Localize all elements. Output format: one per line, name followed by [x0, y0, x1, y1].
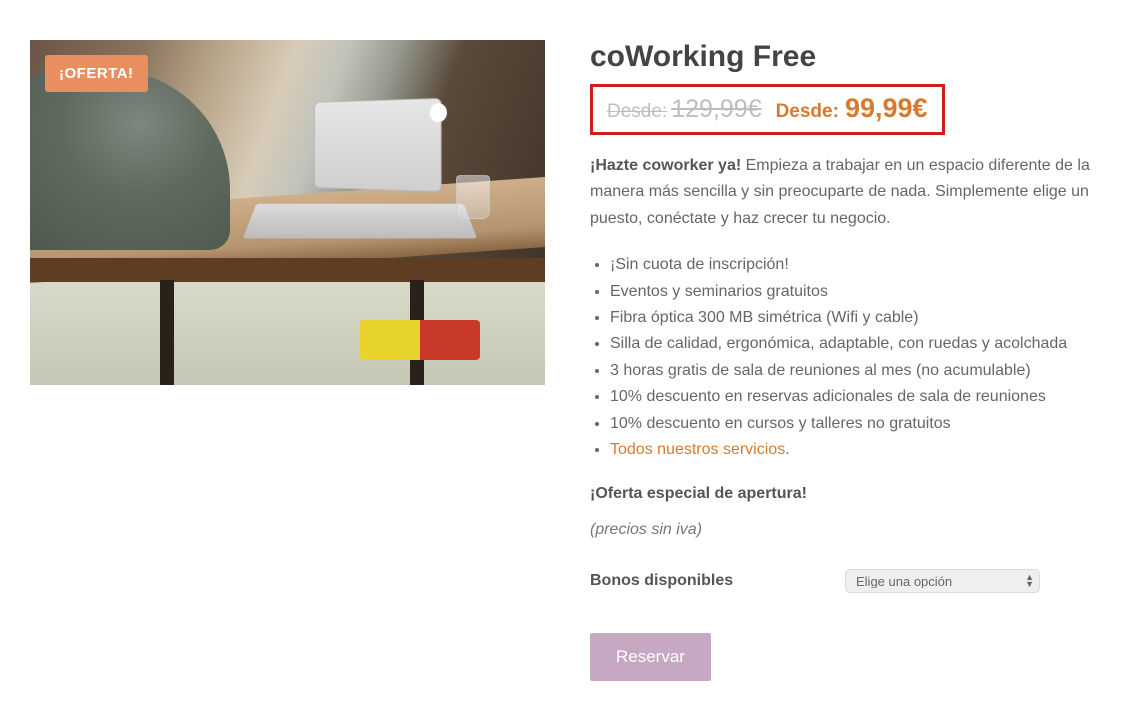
list-item: Todos nuestros servicios.	[610, 437, 1106, 463]
offer-note: ¡Oferta especial de apertura!	[590, 485, 1106, 503]
services-link-suffix: .	[785, 441, 789, 458]
list-item: ¡Sin cuota de inscripción!	[610, 252, 1106, 278]
services-link[interactable]: Todos nuestros servicios	[610, 441, 785, 458]
sale-badge: ¡OFERTA!	[45, 55, 148, 92]
list-item: 3 horas gratis de sala de reuniones al m…	[610, 358, 1106, 384]
list-item: Eventos y seminarios gratuitos	[610, 279, 1106, 305]
new-price-label: Desde:	[776, 101, 839, 123]
product-summary: coWorking Free Desde: 129,99€ Desde: 99,…	[590, 40, 1106, 681]
product-description: ¡Hazte coworker ya! Empieza a trabajar e…	[590, 153, 1106, 232]
list-item: Fibra óptica 300 MB simétrica (Wifi y ca…	[610, 305, 1106, 331]
old-price: Desde: 129,99€	[607, 95, 762, 124]
product-page: ¡OFERTA! coWorking Free Desde: 129,99€ D…	[30, 40, 1106, 681]
variation-label: Bonos disponibles	[590, 572, 845, 590]
product-title: coWorking Free	[590, 40, 1106, 74]
list-item: 10% descuento en reservas adicionales de…	[610, 384, 1106, 410]
old-price-amount: 129,99€	[671, 95, 761, 124]
old-price-label: Desde:	[607, 101, 667, 123]
description-lead: ¡Hazte coworker ya!	[590, 157, 741, 174]
new-price: Desde: 99,99€	[776, 93, 928, 124]
product-gallery: ¡OFERTA!	[30, 40, 545, 681]
tax-note: (precios sin iva)	[590, 521, 1106, 539]
feature-list: ¡Sin cuota de inscripción! Eventos y sem…	[590, 252, 1106, 463]
list-item: Silla de calidad, ergonómica, adaptable,…	[610, 331, 1106, 357]
list-item: 10% descuento en cursos y talleres no gr…	[610, 411, 1106, 437]
variation-select[interactable]: Elige una opción	[845, 569, 1040, 593]
new-price-amount: 99,99€	[845, 93, 928, 124]
variation-row: Bonos disponibles Elige una opción ▲▼	[590, 569, 1106, 593]
reserve-button[interactable]: Reservar	[590, 633, 711, 681]
price-box: Desde: 129,99€ Desde: 99,99€	[590, 84, 945, 135]
